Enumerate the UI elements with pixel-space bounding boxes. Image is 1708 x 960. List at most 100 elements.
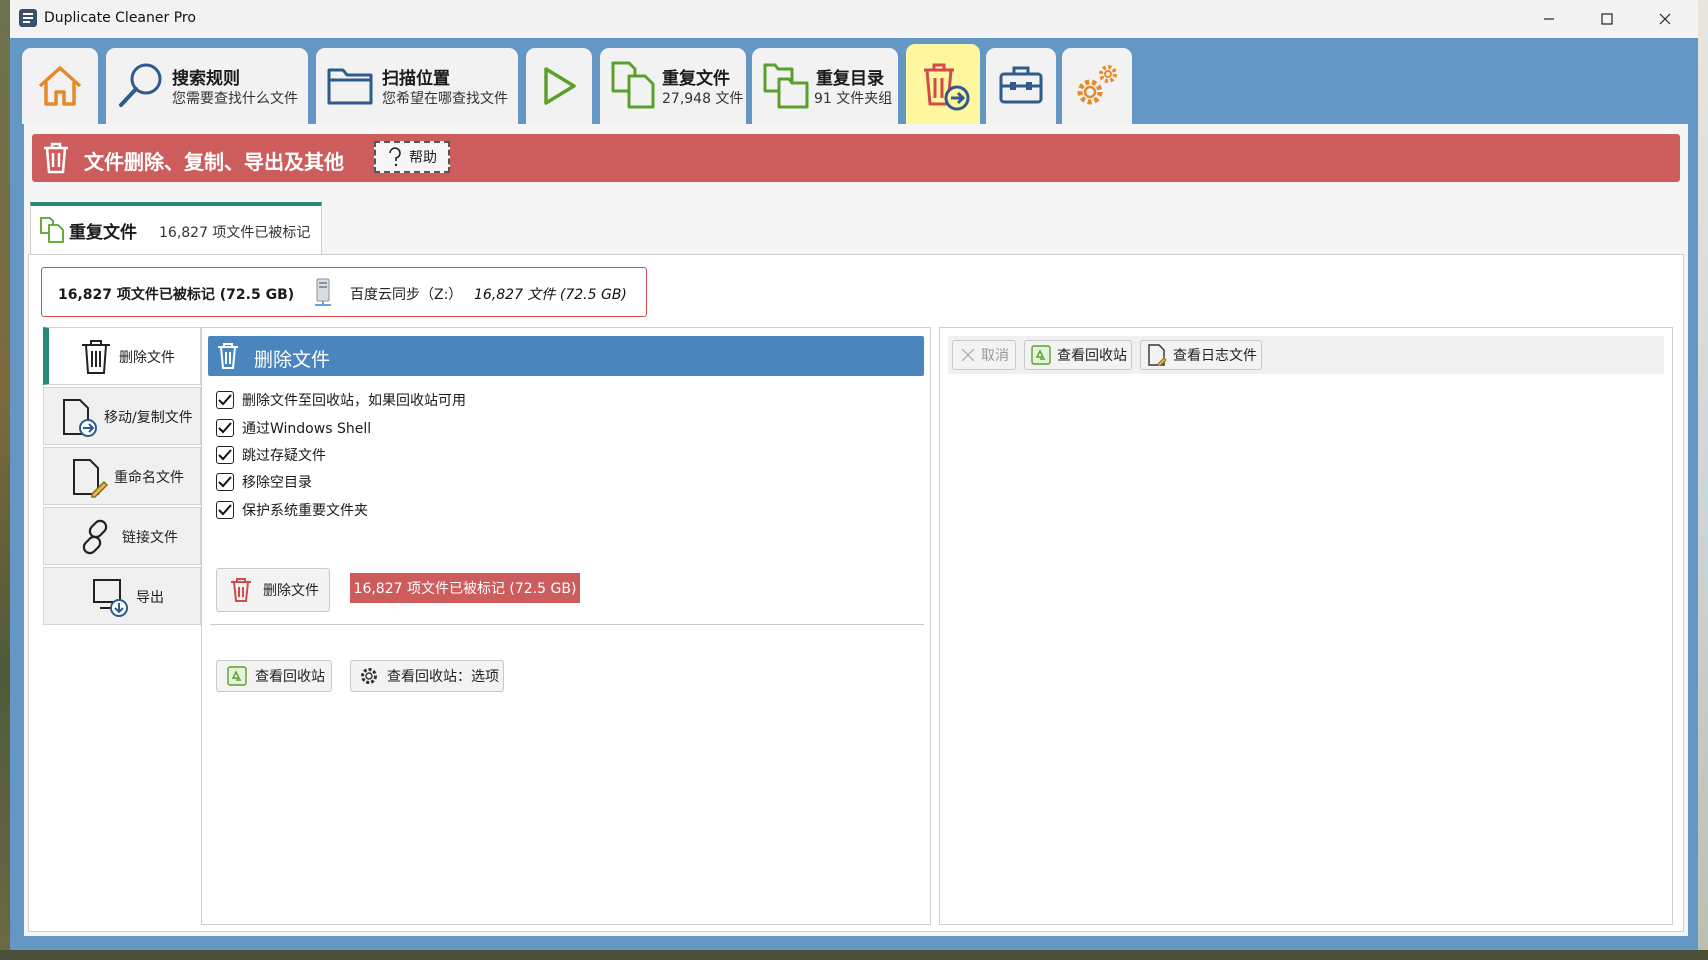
trash-arrow-icon (924, 63, 970, 111)
checkbox-checked[interactable] (216, 501, 234, 519)
export-icon (93, 579, 128, 617)
tab-duplicate-files-title: 重复文件 (662, 69, 730, 89)
option-label: 保护系统重要文件夹 (242, 503, 368, 519)
checkbox-checked[interactable] (216, 391, 234, 409)
tab-duplicate-files[interactable]: 重复文件 27,948 文件 (600, 48, 746, 124)
title-bar: Duplicate Cleaner Pro (10, 0, 1698, 38)
section-divider (210, 624, 924, 625)
option-label: 删除文件至回收站，如果回收站可用 (242, 393, 466, 409)
nav-export[interactable]: 导出 (43, 567, 201, 625)
view-recycle-bin-right-label: 查看回收站 (1057, 348, 1127, 364)
delete-files-panel: 删除文件 删除文件至回收站，如果回收站可用 通过Windows Shell 跳过… (201, 327, 931, 925)
checkmark-icon (218, 422, 232, 434)
window-title: Duplicate Cleaner Pro (44, 10, 196, 26)
tab-duplicate-folders-count: 91 文件夹组 (814, 91, 893, 107)
file-edit-icon (73, 459, 108, 498)
subtab-count: 16,827 项文件已被标记 (159, 225, 311, 241)
trash-icon (82, 340, 110, 374)
action-side-nav: 删除文件 移动/复制文件 重命名文件 链接文件 导出 (43, 327, 201, 925)
link-icon (82, 519, 108, 555)
drive-icon (315, 278, 331, 306)
checkmark-icon (218, 476, 232, 488)
checkbox-checked[interactable] (216, 473, 234, 491)
minimize-icon (1544, 18, 1554, 20)
help-label: 帮助 (409, 150, 437, 166)
tab-settings[interactable] (1062, 48, 1132, 124)
file-move-icon (63, 399, 97, 437)
nav-move-copy-files[interactable]: 移动/复制文件 (43, 387, 201, 445)
tab-scan-location[interactable]: 扫描位置 您希望在哪查找文件 (316, 48, 518, 124)
search-icon (119, 63, 162, 107)
tab-search-rules[interactable]: 搜索规则 您需要查找什么文件 (106, 48, 308, 124)
option-skip-suspect[interactable]: 跳过存疑文件 (216, 443, 326, 467)
maximize-icon (1601, 13, 1613, 25)
view-log-file-button[interactable]: 查看日志文件 (1140, 340, 1262, 370)
tab-search-rules-subtitle: 您需要查找什么文件 (172, 91, 298, 107)
duplicate-files-icon (611, 61, 655, 109)
tab-start-scan[interactable] (526, 48, 592, 124)
tab-file-removal[interactable] (906, 44, 980, 124)
desktop-background-left (0, 0, 10, 960)
nav-delete-files[interactable]: 删除文件 (43, 327, 201, 385)
cancel-label: 取消 (981, 348, 1009, 364)
close-button[interactable] (1636, 0, 1694, 38)
checkmark-icon (218, 504, 232, 516)
nav-delete-files-label: 删除文件 (119, 350, 175, 366)
summary-drive-count: 16,827 文件 (72.5 GB) (474, 287, 627, 303)
minimize-button[interactable] (1520, 0, 1578, 38)
checkbox-checked[interactable] (216, 419, 234, 437)
log-file-icon (1148, 344, 1167, 366)
summary-drive-label: 百度云同步（Z:） (350, 287, 463, 303)
recycle-bin-icon (227, 666, 247, 686)
cancel-x-icon (961, 348, 975, 362)
help-button[interactable]: 帮助 (374, 141, 450, 173)
option-label: 通过Windows Shell (242, 421, 372, 437)
trash-icon (218, 343, 238, 369)
delete-files-button-label: 删除文件 (263, 583, 319, 599)
tab-duplicate-files-count: 27,948 文件 (662, 91, 744, 107)
marked-count-badge: 16,827 项文件已被标记 (72.5 GB) (350, 573, 580, 603)
desktop-background-right (1698, 0, 1708, 960)
nav-rename-files[interactable]: 重命名文件 (43, 447, 201, 505)
duplicate-folders-icon (763, 63, 809, 109)
toolbox-icon (999, 66, 1043, 104)
tab-home[interactable] (22, 48, 98, 124)
checkmark-icon (218, 394, 232, 406)
file-removal-panel: 16,827 项文件已被标记 (72.5 GB) 百度云同步（Z:） 16,82… (28, 254, 1684, 932)
checkbox-checked[interactable] (216, 446, 234, 464)
tab-duplicate-files-marked[interactable]: 重复文件 16,827 项文件已被标记 (30, 202, 322, 254)
maximize-button[interactable] (1578, 0, 1636, 38)
option-windows-shell[interactable]: 通过Windows Shell (216, 416, 371, 440)
nav-export-label: 导出 (136, 590, 164, 606)
view-log-file-label: 查看日志文件 (1173, 348, 1257, 364)
delete-files-button[interactable]: 删除文件 (216, 568, 330, 612)
gear-icon (1077, 65, 1117, 105)
option-remove-empty-dirs[interactable]: 移除空目录 (216, 470, 312, 494)
trash-icon (44, 142, 68, 174)
tab-tools[interactable] (986, 48, 1056, 124)
option-label: 移除空目录 (242, 475, 312, 491)
view-recycle-bin-button-right[interactable]: 查看回收站 (1024, 340, 1132, 370)
tab-duplicate-folders[interactable]: 重复目录 91 文件夹组 (752, 48, 898, 124)
nav-move-copy-files-label: 移动/复制文件 (104, 410, 193, 426)
option-recycle-bin[interactable]: 删除文件至回收站，如果回收站可用 (216, 388, 466, 412)
duplicate-files-icon (40, 217, 64, 243)
app-logo-icon (19, 9, 37, 27)
nav-link-files[interactable]: 链接文件 (43, 507, 201, 565)
recycle-bin-options-label: 查看回收站：选项 (387, 669, 499, 685)
marked-summary: 16,827 项文件已被标记 (72.5 GB) 百度云同步（Z:） 16,82… (41, 267, 647, 317)
view-recycle-bin-button[interactable]: 查看回收站 (216, 660, 332, 692)
tab-search-rules-title: 搜索规则 (172, 69, 240, 89)
nav-rename-files-label: 重命名文件 (114, 470, 184, 486)
tab-scan-location-title: 扫描位置 (382, 69, 450, 89)
option-protect-system-folders[interactable]: 保护系统重要文件夹 (216, 498, 368, 522)
tab-duplicate-folders-title: 重复目录 (816, 69, 884, 89)
play-icon (544, 67, 576, 105)
banner-title: 文件删除、复制、导出及其他 (84, 150, 344, 174)
checkmark-icon (218, 449, 232, 461)
tab-scan-location-subtitle: 您希望在哪查找文件 (382, 91, 508, 107)
question-mark-icon (389, 147, 401, 167)
recycle-bin-options-button[interactable]: 查看回收站：选项 (350, 660, 504, 692)
cancel-button[interactable]: 取消 (952, 340, 1016, 370)
section-banner: 文件删除、复制、导出及其他 帮助 (32, 134, 1680, 182)
